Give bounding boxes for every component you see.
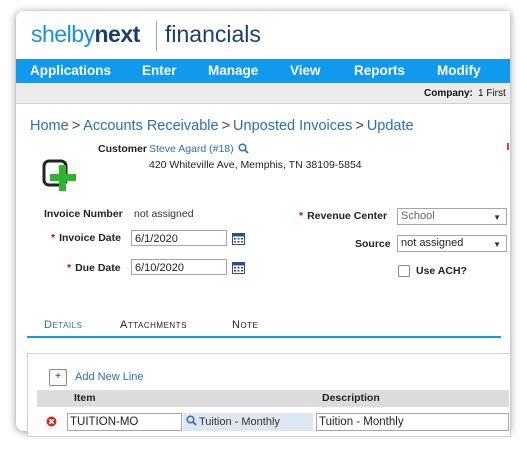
add-customer-icon[interactable]: [42, 157, 76, 191]
search-icon: [186, 415, 197, 426]
remove-row-icon[interactable]: [46, 416, 57, 427]
nav-reports[interactable]: Reports: [354, 63, 405, 78]
revenue-center-label: * Revenue Center: [299, 210, 387, 222]
logo-bold-text: next: [94, 21, 140, 47]
nav-view[interactable]: View: [290, 63, 321, 78]
due-date-input[interactable]: 6/10/2020: [131, 259, 227, 275]
required-mark: *: [67, 262, 72, 274]
breadcrumb: Home > Accounts Receivable > Unposted Invoic…: [30, 118, 414, 134]
nav-enter[interactable]: Enter: [142, 63, 177, 78]
logo-light-text: shelby: [31, 21, 95, 47]
due-date-label-text: Due Date: [75, 262, 121, 274]
company-bar: Company: 1 First: [16, 83, 510, 104]
revenue-center-label-text: Revenue Center: [307, 210, 388, 222]
use-ach-checkbox[interactable]: [398, 265, 410, 277]
chevron-down-icon: ▼: [493, 240, 501, 249]
brand-header: shelbynext financials: [16, 11, 510, 59]
description-input[interactable]: Tuition - Monthly: [316, 413, 509, 431]
customer-address: 420 Whiteville Ave, Memphis, TN 38109-58…: [149, 159, 362, 171]
item-code-input[interactable]: TUITION-MO: [67, 413, 182, 431]
breadcrumb-separator: >: [355, 118, 364, 134]
calendar-icon[interactable]: [232, 233, 245, 245]
invoice-date-input[interactable]: 6/1/2020: [131, 230, 227, 246]
source-label: Source: [355, 238, 391, 250]
revenue-center-select[interactable]: School ▼: [397, 208, 507, 225]
search-icon[interactable]: [238, 143, 249, 154]
edge-marker: [507, 143, 509, 150]
nav-modify[interactable]: Modify: [437, 63, 481, 78]
product-name: financials: [165, 21, 261, 47]
company-value: 1 First: [478, 88, 506, 99]
breadcrumb-separator: >: [221, 118, 231, 134]
column-description: Description: [322, 392, 380, 404]
breadcrumb-separator: >: [71, 118, 81, 134]
nav-applications[interactable]: Applications: [30, 63, 111, 78]
item-lookup[interactable]: Tuition - Monthly: [183, 413, 313, 431]
customer-label: Customer: [98, 143, 148, 155]
invoice-date-label: * Invoice Date: [51, 232, 121, 244]
column-item: Item: [74, 392, 96, 404]
required-mark: *: [51, 232, 56, 244]
add-new-line-link[interactable]: Add New Line: [75, 371, 144, 383]
nav-manage[interactable]: Manage: [208, 63, 258, 78]
calendar-icon[interactable]: [232, 262, 245, 274]
tab-note[interactable]: Note: [232, 319, 258, 331]
tab-attachments[interactable]: Attachments: [120, 319, 187, 331]
main-nav: Applications Enter Manage View Reports M…: [16, 59, 510, 83]
breadcrumb-update[interactable]: Update: [367, 118, 414, 134]
logo-divider: [156, 21, 157, 51]
invoice-date-label-text: Invoice Date: [59, 232, 121, 244]
due-date-label: * Due Date: [67, 262, 121, 274]
use-ach-label: Use ACH?: [416, 265, 467, 277]
source-select[interactable]: not assigned ▼: [397, 235, 507, 252]
customer-link[interactable]: Steve Agard (#18): [149, 143, 234, 155]
add-line-button[interactable]: +: [49, 369, 67, 386]
company-label: Company:: [424, 88, 473, 99]
grid-header: Item Description: [37, 390, 509, 407]
shelbynext-logo: shelbynext: [31, 21, 140, 48]
tab-details[interactable]: Details: [44, 319, 82, 331]
invoice-number-value: not assigned: [134, 208, 194, 220]
invoice-number-label: Invoice Number: [44, 208, 123, 220]
revenue-center-value: School: [401, 210, 435, 222]
required-mark: *: [299, 210, 304, 222]
item-lookup-label: Tuition - Monthly: [199, 416, 280, 428]
breadcrumb-accounts-receivable[interactable]: Accounts Receivable: [83, 118, 218, 134]
breadcrumb-home[interactable]: Home: [30, 118, 69, 134]
chevron-down-icon: ▼: [493, 213, 501, 222]
tab-underline: [27, 336, 501, 338]
source-value: not assigned: [401, 237, 464, 249]
breadcrumb-unposted-invoices[interactable]: Unposted Invoices: [233, 118, 352, 134]
